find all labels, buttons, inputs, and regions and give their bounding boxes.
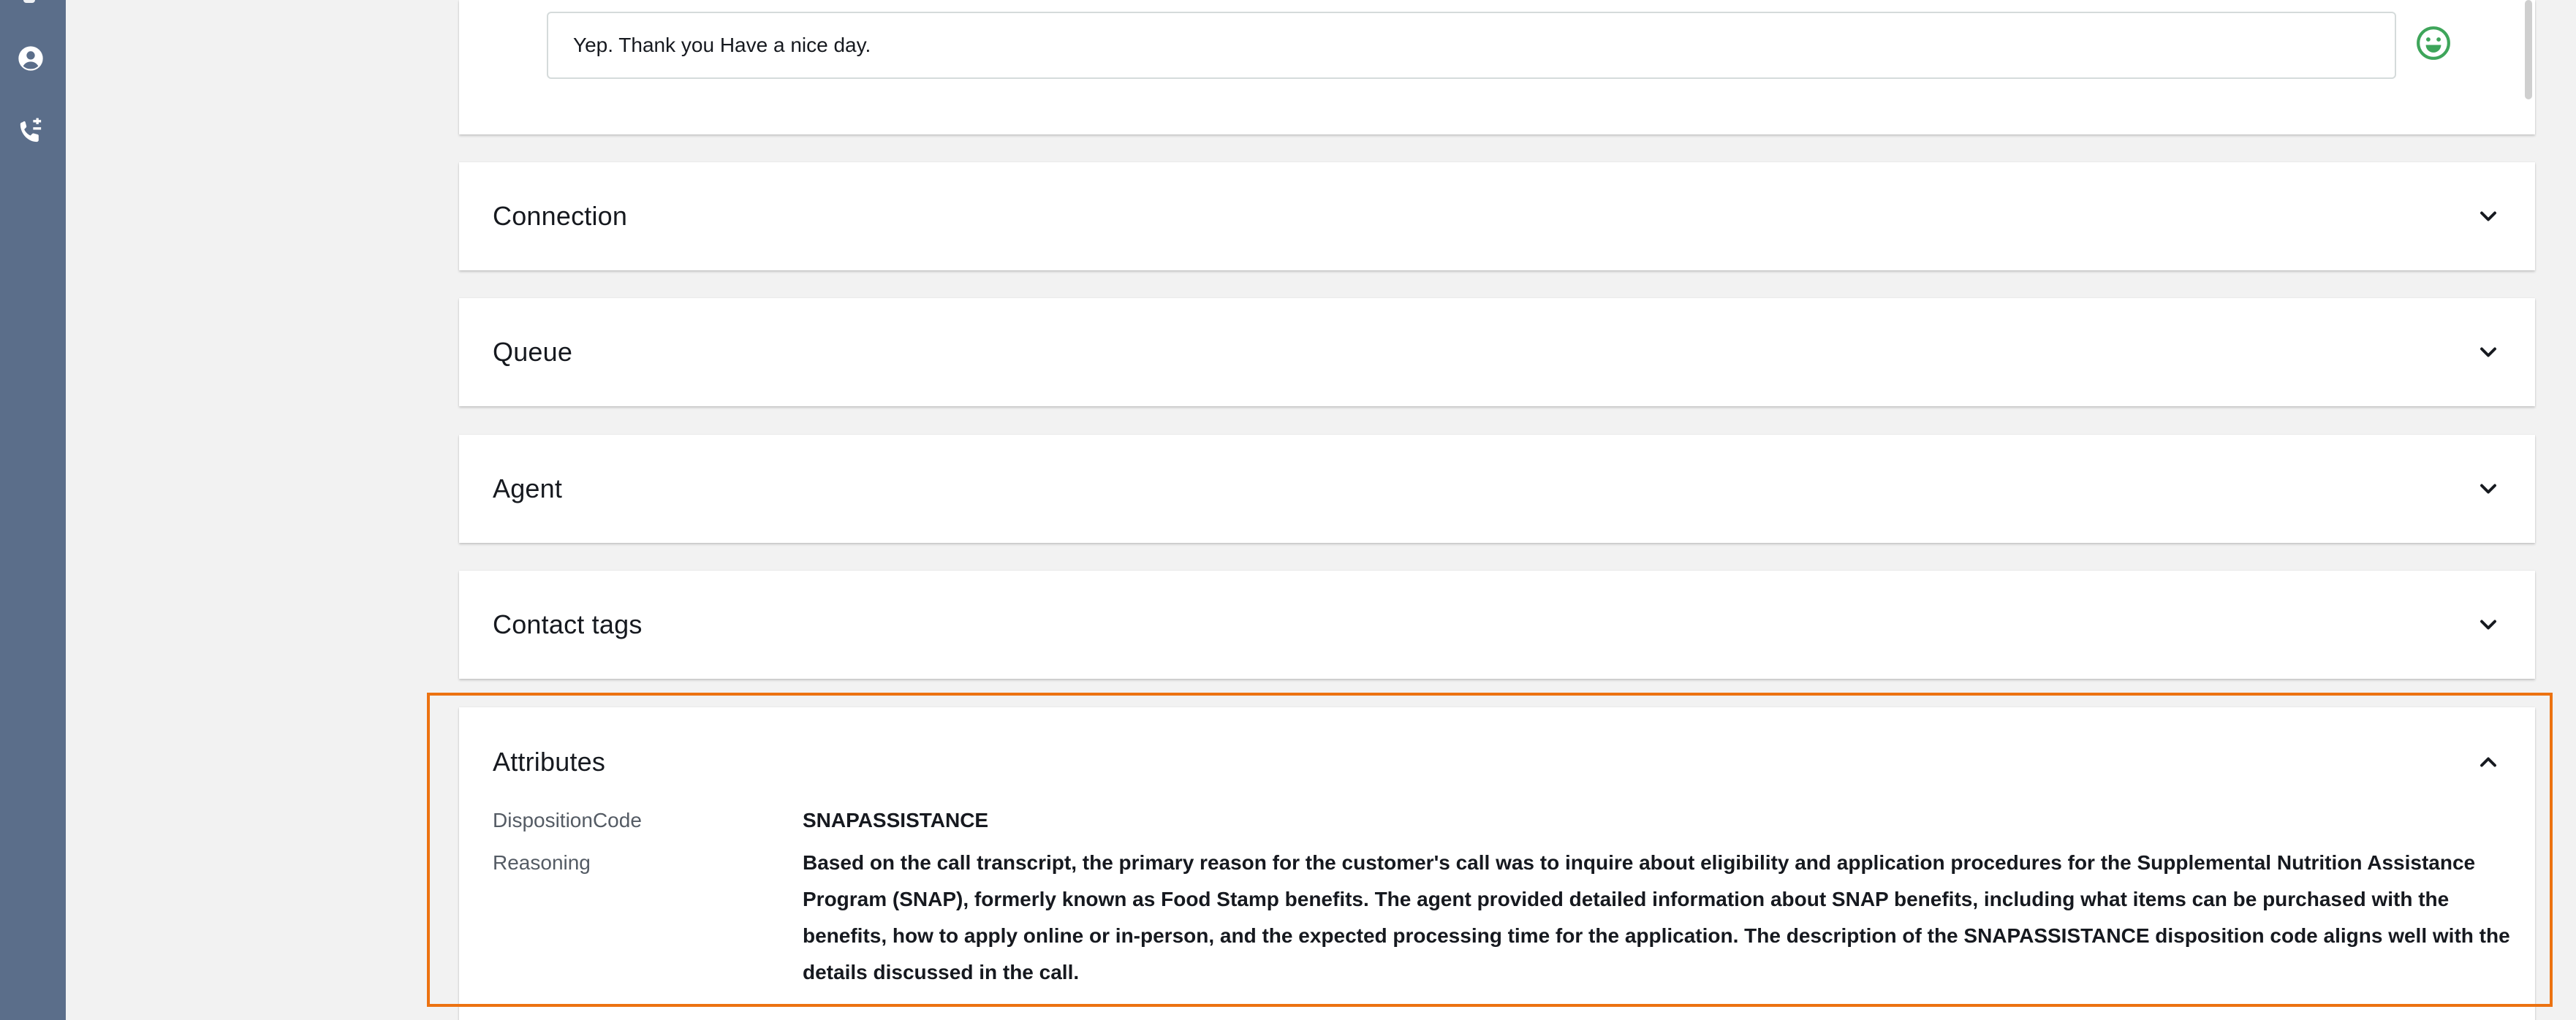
chevron-up-icon[interactable] (2475, 749, 2501, 775)
attribute-row: DispositionCode SNAPASSISTANCE (493, 802, 2510, 839)
attribute-key: Reasoning (493, 851, 591, 874)
attribute-value: SNAPASSISTANCE (803, 809, 989, 831)
chevron-down-icon[interactable] (2475, 612, 2501, 638)
section-connection: Connection (459, 162, 2535, 270)
agent-header[interactable]: Agent (493, 435, 2501, 543)
chevron-down-icon[interactable] (2475, 339, 2501, 365)
transcript-panel: Yep. Thank you Have a nice day. (459, 0, 2535, 134)
chevron-down-icon[interactable] (2475, 476, 2501, 502)
section-title: Queue (493, 337, 573, 367)
transcript-scrollbar[interactable] (2525, 0, 2532, 99)
section-agent: Agent (459, 435, 2535, 543)
transcript-message-text: Yep. Thank you Have a nice day. (573, 34, 871, 56)
attributes-table: DispositionCode SNAPASSISTANCE Reasoning… (493, 802, 2510, 997)
user-circle-icon[interactable] (16, 44, 45, 73)
section-attributes: Attributes DispositionCode SNAPASSISTANC… (459, 707, 2535, 1020)
section-title: Connection (493, 201, 628, 231)
nav-icon-partial[interactable] (23, 0, 35, 3)
section-title: Agent (493, 473, 563, 503)
attribute-key: DispositionCode (493, 809, 642, 831)
transcript-message: Yep. Thank you Have a nice day. (547, 12, 2396, 79)
phone-transfer-icon[interactable] (16, 117, 45, 146)
attribute-row: Reasoning Based on the call transcript, … (493, 845, 2510, 991)
queue-header[interactable]: Queue (493, 298, 2501, 406)
section-contact-tags: Contact tags (459, 571, 2535, 679)
section-title: Attributes (493, 747, 606, 777)
section-title: Contact tags (493, 609, 643, 639)
left-nav-rail (0, 0, 66, 1020)
section-queue: Queue (459, 298, 2535, 406)
attribute-value: Based on the call transcript, the primar… (803, 851, 2510, 983)
contact-tags-header[interactable]: Contact tags (493, 571, 2501, 679)
contact-details-page: Yep. Thank you Have a nice day. Connecti… (0, 0, 2576, 1020)
connection-header[interactable]: Connection (493, 162, 2501, 270)
chevron-down-icon[interactable] (2475, 203, 2501, 229)
smiley-positive-icon (2415, 25, 2452, 61)
attributes-header[interactable]: Attributes (493, 707, 2501, 817)
